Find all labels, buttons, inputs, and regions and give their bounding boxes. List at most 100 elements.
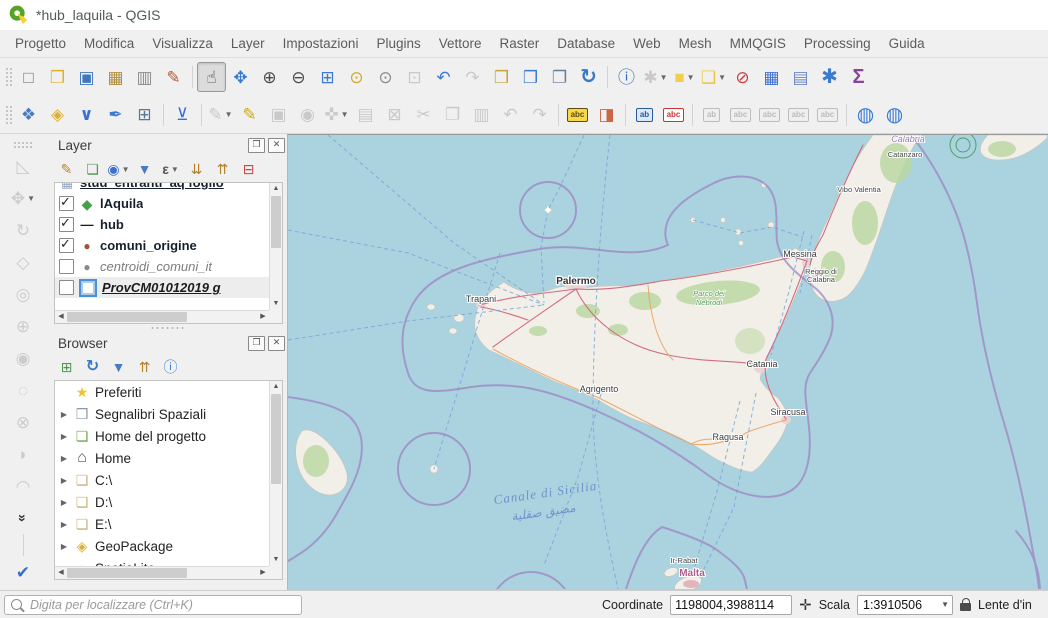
browser-item-e-[interactable]: ▶❏E:\ [55,513,269,535]
select-features-icon[interactable]: ■▼ [670,62,699,92]
new-spatialite-layer-icon[interactable]: ✒ [101,100,130,130]
toolbar-handle[interactable] [4,104,12,126]
new-print-layout-icon[interactable]: ▦ [101,62,130,92]
layer-item-provcm01012019-g[interactable]: ProvCM01012019 g [55,277,269,298]
deselect-features-icon[interactable]: ⊘ [728,62,757,92]
menu-processing[interactable]: Processing [795,32,880,55]
zoom-out-icon[interactable]: ⊖ [284,62,313,92]
menu-visualizza[interactable]: Visualizza [143,32,222,55]
browser-item-segnalibri-spaziali[interactable]: ▶❒Segnalibri Spaziali [55,403,269,425]
menu-mmqgis[interactable]: MMQGIS [721,32,795,55]
highlight-pinned-labels-icon[interactable]: abc [659,100,688,130]
expand-arrow-icon[interactable]: ▶ [59,476,69,485]
browser-item-preferiti[interactable]: ★Preferiti [55,381,269,403]
new-project-icon[interactable]: □ [14,62,43,92]
manage-map-themes-icon[interactable]: ◉▼ [106,157,131,181]
bookmark-manager-icon[interactable]: ❐ [545,62,574,92]
pan-map-icon[interactable]: ☝ [197,62,226,92]
layers-close-icon[interactable]: ✕ [268,138,285,153]
zoom-to-layer-icon[interactable]: ⊙ [371,62,400,92]
filter-browser-icon[interactable]: ▼ [106,355,131,379]
browser-item-spatialite[interactable]: ▶✒SpatiaLite [55,557,269,566]
expand-arrow-icon[interactable]: ▶ [59,542,69,551]
check-geometries-icon[interactable]: ✔ [7,556,39,588]
zoom-full-extent-icon[interactable]: ⊞ [313,62,342,92]
scroll-down-icon[interactable]: ▼ [270,554,282,566]
collapse-browser-icon[interactable]: ⇈ [132,355,157,379]
browser-close-icon[interactable]: ✕ [268,336,285,351]
zoom-last-icon[interactable]: ↶ [429,62,458,92]
processing-toolbox-icon[interactable]: ✱ [815,62,844,92]
scroll-left-icon[interactable]: ◀ [55,567,67,579]
toolbar-handle[interactable] [12,140,34,148]
zoom-in-icon[interactable]: ⊕ [255,62,284,92]
layer-item-comuni-origine[interactable]: ●comuni_origine [55,235,269,256]
toggle-editing-icon[interactable]: ✎ [235,100,264,130]
open-layer-styling-icon[interactable]: ✎ [54,157,79,181]
scroll-right-icon[interactable]: ▶ [257,567,269,579]
identify-features-icon[interactable]: ⓘ [612,62,641,92]
data-source-manager-icon[interactable]: ❖ [14,100,43,130]
layer-item-hub[interactable]: —hub [55,214,269,235]
map-canvas[interactable]: PalermoTrapaniAgrigentoCataniaMessinaReg… [287,134,1048,590]
new-virtual-layer-icon[interactable]: ⊞ [130,100,159,130]
browser-item-home-del-progetto[interactable]: ▶❏Home del progetto [55,425,269,447]
menu-database[interactable]: Database [548,32,624,55]
statistics-abacus-icon[interactable]: ▤ [786,62,815,92]
layer-visibility-checkbox[interactable] [59,196,74,211]
open-attribute-table-icon[interactable]: ▦ [757,62,786,92]
menu-impostazioni[interactable]: Impostazioni [274,32,368,55]
menu-mesh[interactable]: Mesh [670,32,721,55]
layer-visibility-checkbox[interactable] [59,217,74,232]
layer-item-stud-entranti-aq-foglio[interactable]: ▦stud_entranti_aq foglio [55,183,269,193]
extents-toggle-icon[interactable]: ✛ [799,596,812,614]
style-manager-icon[interactable]: ✎ [159,62,188,92]
expand-all-icon[interactable]: ⇊ [184,157,209,181]
select-by-value-icon[interactable]: ❏▼ [699,62,728,92]
layer-labeling-icon[interactable]: abc [563,100,592,130]
open-project-icon[interactable]: ❒ [43,62,72,92]
expand-arrow-icon[interactable]: ▶ [59,454,69,463]
browser-item-home[interactable]: ▶⌂Home [55,447,269,469]
menu-vettore[interactable]: Vettore [430,32,491,55]
refresh-map-icon[interactable]: ↻ [574,62,603,92]
layers-vertical-scrollbar[interactable]: ▲ ▼ [269,183,282,310]
browser-item-c-[interactable]: ▶❏C:\ [55,469,269,491]
expand-arrow-icon[interactable]: ▶ [59,498,69,507]
menu-layer[interactable]: Layer [222,32,274,55]
statistical-summary-icon[interactable]: Σ [844,62,873,92]
add-selected-layers-icon[interactable]: ⊞ [54,355,79,379]
expand-arrow-icon[interactable]: ▶ [59,432,69,441]
refresh-browser-icon[interactable]: ↻ [80,355,105,379]
scroll-up-icon[interactable]: ▲ [270,381,282,393]
expand-arrow-icon[interactable]: ▶ [59,410,69,419]
remove-layer-icon[interactable]: ⊟ [236,157,261,181]
menu-guida[interactable]: Guida [880,32,934,55]
more-tools-chevron-icon[interactable]: » [7,502,39,534]
zoom-to-selection-icon[interactable]: ⊙ [342,62,371,92]
properties-info-icon[interactable]: ⓘ [158,355,183,379]
filter-legend-icon[interactable]: ▼ [132,157,157,181]
coordinate-input[interactable] [670,595,792,615]
new-temporary-scratch-layer-icon[interactable]: ⊻ [168,100,197,130]
layer-diagram-icon[interactable]: ◨ [592,100,621,130]
new-shapefile-layer-icon[interactable]: ∨ [72,100,101,130]
toolbar-handle[interactable] [4,66,12,88]
layers-float-icon[interactable]: ❐ [248,138,265,153]
scroll-right-icon[interactable]: ▶ [257,311,269,323]
new-geopackage-layer-icon[interactable]: ◈ [43,100,72,130]
layers-horizontal-scrollbar[interactable]: ◀ ▶ [55,310,269,323]
lock-scale-icon[interactable] [960,603,971,611]
layer-visibility-checkbox[interactable] [59,238,74,253]
layer-visibility-checkbox[interactable] [59,280,74,295]
pin-labels-icon[interactable]: ab [630,100,659,130]
locator-input[interactable] [28,597,295,613]
menu-modifica[interactable]: Modifica [75,32,143,55]
filter-expression-icon[interactable]: ε▼ [158,157,183,181]
locator-search[interactable] [4,595,302,615]
collapse-all-icon[interactable]: ⇈ [210,157,235,181]
scale-select[interactable]: 1:3910506 ▼ [857,595,953,615]
menu-web[interactable]: Web [624,32,670,55]
browser-item-d-[interactable]: ▶❏D:\ [55,491,269,513]
browser-vertical-scrollbar[interactable]: ▲ ▼ [269,381,282,566]
